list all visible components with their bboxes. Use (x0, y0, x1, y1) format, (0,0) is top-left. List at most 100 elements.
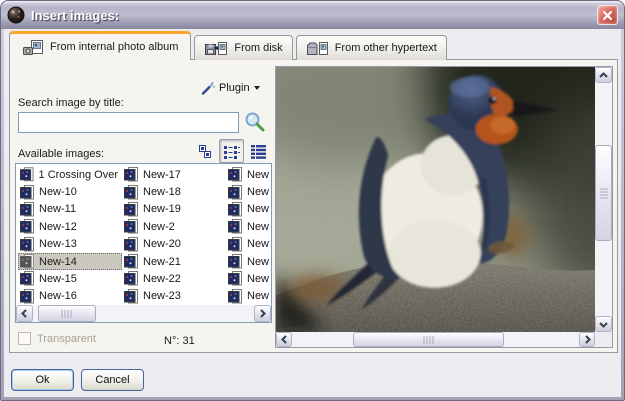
tab-internal-photo-album[interactable]: From internal photo album (9, 31, 191, 60)
scroll-thumb[interactable] (353, 332, 504, 347)
scroll-right-button[interactable] (254, 305, 271, 322)
list-item-label: New-10 (37, 186, 79, 198)
list-item[interactable]: New-15 (18, 270, 122, 287)
image-file-icon (228, 289, 242, 304)
list-item[interactable]: New (226, 218, 271, 235)
list-item[interactable]: New (226, 288, 271, 305)
list-item[interactable]: New-16 (18, 288, 122, 305)
scroll-right-button[interactable] (579, 332, 595, 347)
list-item[interactable]: New-12 (18, 218, 122, 235)
image-file-icon (20, 289, 34, 304)
list-item[interactable]: New-18 (122, 183, 226, 200)
list-view-icon[interactable] (219, 139, 244, 163)
scroll-down-button[interactable] (595, 316, 612, 332)
image-file-icon (20, 254, 34, 269)
search-icon[interactable] (243, 110, 267, 134)
image-file-icon (228, 254, 242, 269)
image-file-icon (124, 219, 138, 234)
list-item[interactable]: 1 Crossing Over (18, 166, 122, 183)
plugin-button[interactable]: Plugin (196, 77, 264, 99)
list-item-label: New-23 (141, 290, 183, 302)
list-item-label: New-18 (141, 186, 183, 198)
ok-button[interactable]: Ok (11, 369, 74, 391)
preview-vertical-scrollbar[interactable] (595, 67, 612, 332)
window-title: Insert images: (31, 8, 591, 23)
scroll-thumb[interactable] (595, 145, 612, 241)
list-item[interactable]: New-14 (18, 253, 122, 270)
image-file-icon (20, 271, 34, 286)
list-item[interactable]: New-11 (18, 201, 122, 218)
preview-horizontal-scrollbar[interactable] (276, 332, 595, 347)
list-item-label: New-16 (37, 290, 79, 302)
image-file-icon (124, 202, 138, 217)
list-item-label: New-11 (37, 203, 78, 215)
tab-label: From disk (234, 42, 282, 54)
available-images-list[interactable]: 1 Crossing OverNew-10New-11New-12New-13N… (15, 163, 272, 323)
list-item-label: New-19 (141, 203, 183, 215)
list-item[interactable]: New-13 (18, 236, 122, 253)
image-file-icon (228, 202, 242, 217)
cancel-button[interactable]: Cancel (81, 369, 144, 391)
image-file-icon (124, 185, 138, 200)
scroll-track[interactable] (595, 83, 612, 316)
dialog-body: From internal photo album From disk (4, 29, 621, 397)
list-item[interactable]: New-2 (122, 218, 226, 235)
list-item-label: New (245, 290, 271, 302)
list-item[interactable]: New-21 (122, 253, 226, 270)
thumb-grip (62, 310, 73, 318)
list-horizontal-scrollbar[interactable] (16, 305, 271, 322)
tab-from-disk[interactable]: From disk (194, 35, 292, 60)
list-item-label: New (245, 169, 271, 181)
image-file-icon (124, 254, 138, 269)
scroll-thumb[interactable] (38, 305, 96, 322)
list-item[interactable]: New (226, 270, 271, 287)
hypertext-icon (306, 40, 329, 57)
tab-content-panel: Plugin Search image by title: Available … (9, 59, 618, 353)
image-file-icon (124, 289, 138, 304)
details-view-icon[interactable] (246, 139, 271, 163)
list-column: 1 Crossing OverNew-10New-11New-12New-13N… (18, 166, 122, 305)
transparent-label: Transparent (37, 333, 96, 345)
search-input[interactable] (18, 112, 239, 133)
scroll-track[interactable] (292, 332, 579, 347)
tab-from-other-hypertext[interactable]: From other hypertext (296, 35, 447, 60)
list-item[interactable]: New (226, 201, 271, 218)
titlebar[interactable]: Insert images: (1, 1, 624, 29)
image-file-icon (228, 167, 242, 182)
thumb-grip (600, 188, 608, 199)
dropdown-caret-icon (254, 86, 260, 90)
list-item[interactable]: New-17 (122, 166, 226, 183)
image-file-icon (124, 271, 138, 286)
list-item[interactable]: New-22 (122, 270, 226, 287)
list-item[interactable]: New (226, 166, 271, 183)
scroll-track[interactable] (33, 305, 254, 322)
image-preview-pane (275, 66, 613, 348)
list-columns: 1 Crossing OverNew-10New-11New-12New-13N… (18, 166, 271, 305)
wand-icon (200, 81, 215, 96)
list-item-label: New (245, 221, 271, 233)
available-images-label: Available images: (18, 148, 104, 160)
image-file-icon (228, 271, 242, 286)
image-file-icon (124, 167, 138, 182)
transparent-checkbox[interactable] (18, 332, 31, 345)
image-file-icon (20, 219, 34, 234)
tab-label: From internal photo album (50, 41, 178, 53)
list-item[interactable]: New (226, 183, 271, 200)
view-mode-buttons (192, 139, 271, 163)
close-button[interactable] (597, 5, 618, 25)
sort-icon[interactable] (192, 139, 217, 163)
list-item[interactable]: New-10 (18, 183, 122, 200)
list-item[interactable]: New (226, 236, 271, 253)
list-item[interactable]: New-19 (122, 201, 226, 218)
image-file-icon (228, 237, 242, 252)
image-file-icon (20, 185, 34, 200)
list-item[interactable]: New-20 (122, 236, 226, 253)
scroll-left-button[interactable] (276, 332, 292, 347)
thumb-grip (423, 336, 434, 344)
scroll-up-button[interactable] (595, 67, 612, 83)
scroll-left-button[interactable] (16, 305, 33, 322)
list-item[interactable]: New (226, 253, 271, 270)
list-item[interactable]: New-23 (122, 288, 226, 305)
plugin-label: Plugin (219, 82, 250, 94)
list-item-label: New (245, 186, 271, 198)
